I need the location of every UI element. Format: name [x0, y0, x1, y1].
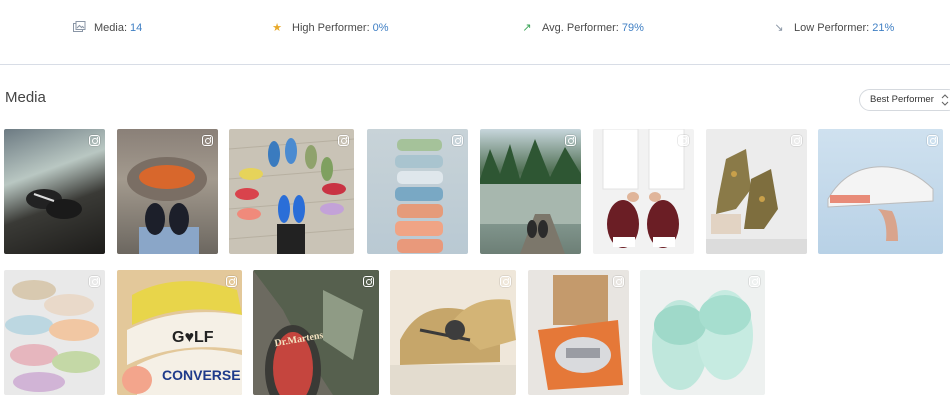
instagram-icon [565, 135, 576, 146]
instagram-icon [338, 135, 349, 146]
media-thumbnail [480, 139, 581, 254]
instagram-icon [363, 276, 374, 287]
stat-avg-performer: ↗ Avg. Performer: 79% [520, 20, 644, 36]
star-icon: ★ [272, 22, 282, 34]
instagram-icon [678, 135, 689, 146]
stat-low-value: 21% [872, 22, 895, 34]
media-tile-8[interactable] [818, 129, 943, 254]
media-thumbnail [706, 149, 807, 254]
media-tile-7[interactable] [706, 129, 807, 254]
media-thumbnail [229, 138, 354, 254]
arrow-up-right-icon: ↗ [522, 22, 532, 34]
section-title: Media [5, 89, 46, 106]
stat-high-label: High Performer: [292, 22, 370, 34]
instagram-icon [226, 276, 237, 287]
stat-media-label: Media: [94, 22, 128, 34]
media-tile-12[interactable] [390, 270, 516, 395]
media-tile-13[interactable] [528, 270, 629, 395]
media-tile-9[interactable] [4, 270, 105, 395]
instagram-icon [791, 135, 802, 146]
media-tile-6[interactable] [593, 129, 694, 254]
svg-text:CONVERSE: CONVERSE [162, 367, 241, 383]
stat-low-performer: ↘ Low Performer: 21% [772, 20, 894, 36]
stat-avg-value: 79% [621, 22, 644, 34]
instagram-icon [202, 135, 213, 146]
instagram-icon [749, 276, 760, 287]
media-tile-11[interactable]: Dr.Martens [253, 270, 379, 395]
instagram-icon [89, 135, 100, 146]
stat-avg-label: Avg. Performer: [542, 22, 619, 34]
stat-high-value: 0% [372, 22, 389, 34]
media-tile-2[interactable] [117, 129, 218, 254]
media-thumbnail: Dr.Martens [253, 270, 379, 395]
media-tile-5[interactable] [480, 129, 581, 254]
media-tile-1[interactable] [4, 129, 105, 254]
stat-low-label: Low Performer: [794, 22, 870, 34]
media-thumbnail [127, 157, 207, 254]
instagram-icon [927, 135, 938, 146]
media-thumbnail [652, 290, 753, 390]
media-thumbnail [602, 129, 685, 248]
stats-bar: Media: 14 ★ High Performer: 0% ↗ Avg. Pe… [0, 0, 950, 65]
media-thumbnail [5, 280, 100, 392]
media-thumbnail [390, 299, 516, 395]
media-tile-4[interactable] [367, 129, 468, 254]
media-thumbnail [395, 139, 443, 253]
media-tile-10[interactable]: G♥LF CONVERSE [117, 270, 242, 395]
instagram-icon [613, 276, 624, 287]
stat-high-performer: ★ High Performer: 0% [270, 20, 389, 36]
sort-dropdown-value: Best Performer [870, 94, 934, 105]
media-tile-3[interactable] [229, 129, 354, 254]
media-tile-14[interactable] [640, 270, 765, 395]
media-thumbnail [827, 166, 934, 241]
instagram-icon [452, 135, 463, 146]
chevron-updown-icon [941, 94, 949, 106]
media-thumbnail [538, 275, 623, 390]
sort-dropdown[interactable]: Best Performer [859, 89, 950, 111]
stat-media: Media: 14 [72, 20, 142, 36]
svg-text:G♥LF: G♥LF [172, 329, 214, 346]
media-icon [72, 21, 86, 35]
media-thumbnail: G♥LF CONVERSE [122, 281, 242, 395]
instagram-icon [500, 276, 511, 287]
media-thumbnail [26, 189, 82, 219]
arrow-down-right-icon: ↘ [774, 22, 784, 34]
stat-media-value: 14 [130, 22, 143, 34]
instagram-icon [89, 276, 100, 287]
